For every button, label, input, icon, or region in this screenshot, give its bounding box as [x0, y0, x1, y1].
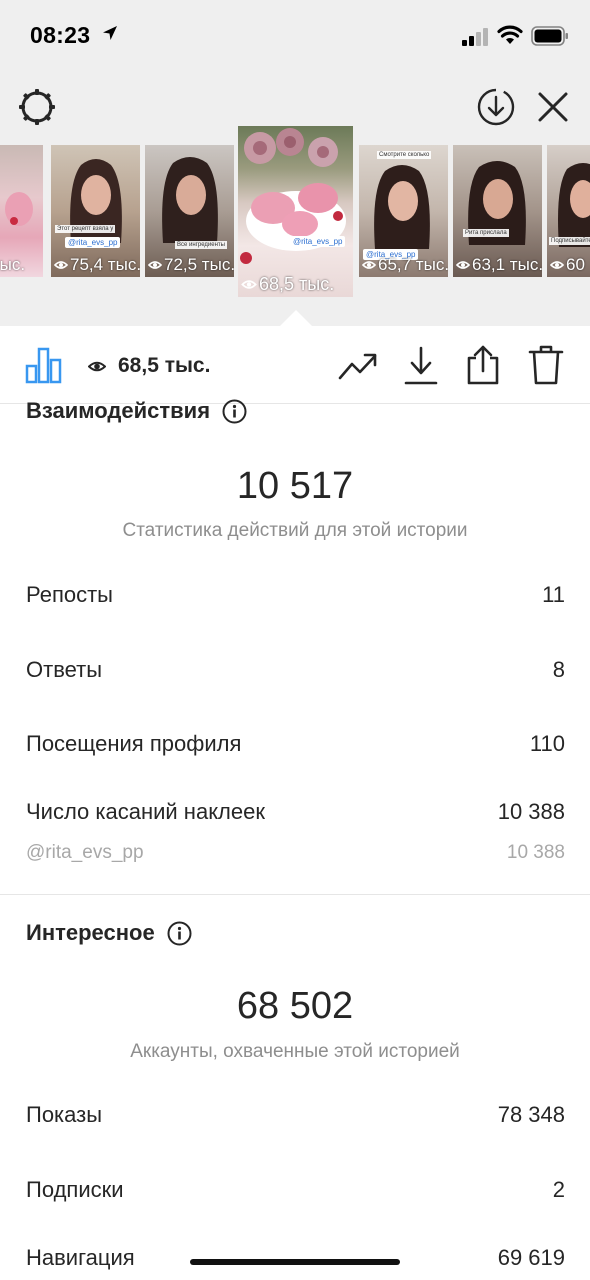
- wifi-icon: [497, 25, 523, 44]
- story-thumbnail[interactable]: Подписывайтесь 60: [547, 145, 590, 277]
- trend-icon[interactable]: [338, 350, 378, 382]
- stories-strip: ,1 тыс. Этот рецепт взяла у @rita_evs_pp…: [0, 126, 590, 302]
- story-thumbnail[interactable]: Смотрите сколько @rita_evs_pp 65,7 тыс.: [359, 145, 448, 277]
- stat-label: Подписки: [26, 1177, 124, 1202]
- close-icon[interactable]: [536, 90, 570, 124]
- stat-value: 2: [552, 1177, 565, 1202]
- reach-value: 68,5 тыс.: [118, 354, 211, 377]
- story-thumbnail[interactable]: ,1 тыс.: [0, 145, 43, 277]
- share-icon[interactable]: [465, 344, 501, 386]
- sticker-value: 10 388: [506, 842, 565, 863]
- stat-row: Число касаний наклеек 10 388: [26, 799, 565, 825]
- stat-row: Посещения профиля 110: [26, 731, 565, 757]
- signal-icon: [462, 28, 488, 46]
- interactions-section-title: Взаимодействия: [26, 398, 247, 424]
- interactions-total: 10 517: [236, 465, 354, 507]
- info-icon[interactable]: [167, 921, 192, 946]
- stat-value: 78 348: [497, 1102, 565, 1127]
- stories-header: 08:23 ыс. Этот рецепт взяла у @rita_evs_…: [0, 0, 590, 326]
- stat-row: Показы 78 348: [26, 1102, 565, 1128]
- story-thumbnail[interactable]: Этот рецепт взяла у @rita_evs_pp 75,4 ты…: [51, 145, 140, 277]
- story-views: 75,4 тыс.: [54, 255, 140, 275]
- stat-row: Ответы 8: [26, 657, 565, 683]
- home-indicator[interactable]: [190, 1259, 400, 1265]
- discovery-total: 68 502: [236, 985, 354, 1027]
- stat-label: Число касаний наклеек: [26, 799, 265, 824]
- download-icon[interactable]: [404, 346, 438, 386]
- story-thumbnail-selected[interactable]: @rita_evs_pp 68,5 тыс.: [238, 126, 353, 297]
- stat-label: Посещения профиля: [26, 731, 242, 756]
- stat-value: 69 619: [497, 1245, 565, 1270]
- sticker-breakdown-row: @rita_evs_pp 10 388: [26, 842, 565, 864]
- story-views: 68,5 тыс.: [241, 274, 334, 295]
- battery-icon: [531, 26, 568, 46]
- discovery-section-title: Интересное: [26, 920, 192, 946]
- status-time: 08:23: [30, 22, 91, 48]
- eye-icon: [148, 261, 162, 269]
- stat-label: Ответы: [26, 657, 103, 682]
- trash-icon[interactable]: [528, 344, 564, 386]
- stat-label: Репосты: [26, 582, 113, 607]
- stat-row: Навигация 69 619: [26, 1245, 565, 1271]
- stat-value: 110: [529, 731, 565, 756]
- story-views: 60: [550, 255, 585, 275]
- eye-icon: [88, 361, 106, 371]
- stat-label: Навигация: [26, 1245, 135, 1270]
- discovery-subtitle: Аккаунты, охваченные этой историей: [130, 1041, 460, 1062]
- info-icon[interactable]: [222, 399, 247, 424]
- eye-icon: [456, 261, 470, 269]
- stat-row: Подписки 2: [26, 1177, 565, 1203]
- stat-row: Репосты 11: [26, 582, 565, 608]
- reach-summary: 68,5 тыс.: [88, 354, 210, 378]
- story-views: 72,5 тыс.: [148, 255, 234, 275]
- story-toolbar: 68,5 тыс.: [0, 326, 590, 404]
- sticker-label: @rita_evs_pp: [26, 842, 144, 863]
- interactions-subtitle: Статистика действий для этой истории: [122, 520, 468, 541]
- eye-icon: [550, 261, 564, 269]
- eye-icon: [54, 261, 68, 269]
- eye-icon: [241, 280, 257, 289]
- stat-label: Показы: [26, 1102, 103, 1127]
- location-arrow-icon: [103, 26, 117, 40]
- story-views: 65,7 тыс.: [362, 255, 448, 275]
- section-divider: [0, 894, 590, 895]
- download-circle-icon[interactable]: [476, 87, 516, 127]
- story-views: ,1 тыс.: [0, 255, 26, 274]
- status-bar: 08:23: [0, 0, 590, 70]
- stat-value: 8: [552, 657, 565, 682]
- bar-chart-icon[interactable]: [25, 346, 63, 384]
- selection-pointer: [280, 310, 312, 326]
- story-views: 63,1 тыс.: [456, 255, 542, 275]
- story-thumbnail[interactable]: Рита прислала 63,1 тыс.: [453, 145, 542, 277]
- story-thumbnail[interactable]: Все ингредиенты 72,5 тыс.: [145, 145, 234, 277]
- stat-value: 11: [542, 582, 565, 607]
- settings-gear-icon[interactable]: [16, 86, 58, 128]
- eye-icon: [362, 261, 376, 269]
- stat-value: 10 388: [497, 799, 565, 824]
